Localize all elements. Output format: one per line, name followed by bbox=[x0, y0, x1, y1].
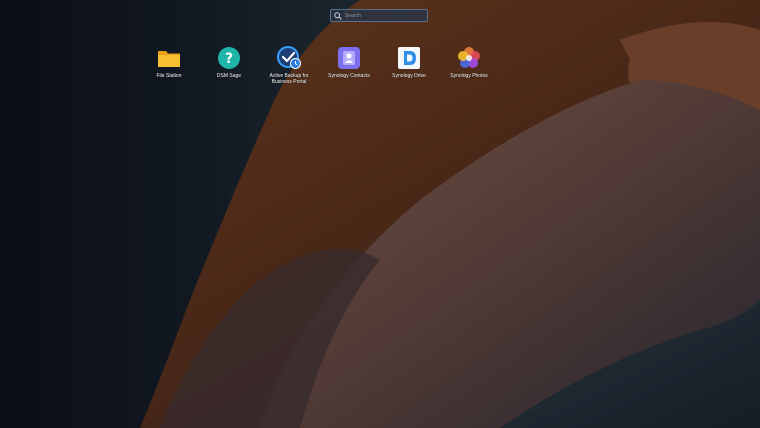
help-question-icon: ? bbox=[218, 47, 240, 69]
app-file-station[interactable]: File Station bbox=[139, 45, 199, 79]
drive-icon bbox=[398, 47, 420, 69]
app-label: Synology Photos bbox=[450, 73, 488, 79]
app-label: File Station bbox=[156, 73, 182, 79]
app-synology-contacts[interactable]: Synology Contacts bbox=[319, 45, 379, 79]
app-label: Active Backup for Business Portal bbox=[269, 73, 309, 85]
contacts-icon bbox=[338, 47, 360, 69]
app-synology-photos[interactable]: Synology Photos bbox=[439, 45, 499, 79]
app-label: Synology Contacts bbox=[328, 73, 370, 79]
folder-icon bbox=[158, 51, 180, 67]
app-dsm-sage[interactable]: ? DSM Sage bbox=[199, 45, 259, 79]
photos-flower-icon bbox=[458, 47, 480, 68]
backup-clock-icon bbox=[277, 46, 301, 69]
svg-text:?: ? bbox=[225, 51, 233, 67]
app-synology-drive[interactable]: Synology Drive bbox=[379, 45, 439, 79]
app-launcher-grid: File Station ? DSM Sage Active Backup fo… bbox=[0, 0, 760, 120]
app-active-backup[interactable]: Active Backup for Business Portal bbox=[259, 45, 319, 85]
app-label: DSM Sage bbox=[216, 73, 242, 79]
app-label: Synology Drive bbox=[392, 73, 426, 79]
